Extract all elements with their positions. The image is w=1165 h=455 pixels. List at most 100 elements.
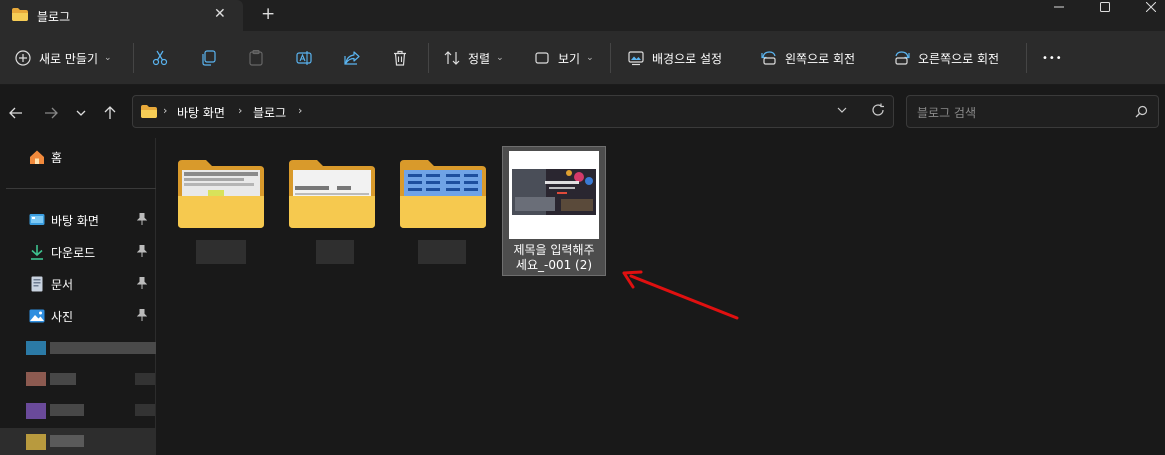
paste-button[interactable] bbox=[248, 46, 264, 70]
image-preview-icon bbox=[509, 151, 599, 239]
sidebar-item-label: 문서 bbox=[51, 278, 74, 292]
pin-icon[interactable] bbox=[137, 309, 147, 321]
breadcrumb-blog[interactable]: 블로그 bbox=[253, 104, 286, 121]
pin-icon[interactable] bbox=[137, 213, 147, 225]
blurred-pin bbox=[135, 404, 155, 416]
blurred-label[interactable] bbox=[50, 404, 84, 416]
sidebar-item-label: 다운로드 bbox=[51, 246, 96, 260]
pin-icon[interactable] bbox=[137, 277, 147, 289]
file-name-line-2: 세요_-001 (2) bbox=[515, 258, 593, 272]
file-name: 제목을 입력해주 세요_-001 (2) bbox=[503, 243, 605, 273]
sidebar-item-home[interactable]: 홈 bbox=[0, 141, 156, 171]
pin-icon[interactable] bbox=[137, 245, 147, 257]
breadcrumb-separator[interactable]: › bbox=[238, 104, 242, 117]
sidebar-item-pictures[interactable]: 사진 bbox=[0, 300, 156, 330]
blurred-icon bbox=[26, 372, 46, 386]
sort-label: 정렬 bbox=[468, 51, 491, 66]
sidebar-section-divider bbox=[6, 188, 156, 189]
desktop-icon bbox=[29, 214, 45, 225]
folder-icon bbox=[12, 8, 28, 21]
search-placeholder: 블로그 검색 bbox=[917, 106, 977, 120]
copy-icon bbox=[202, 50, 216, 66]
desktop-background-icon bbox=[628, 51, 644, 66]
close-icon bbox=[1146, 2, 1156, 12]
image-thumbnail bbox=[509, 151, 599, 239]
title-bar: 블로그 ✕ + bbox=[0, 0, 1165, 31]
search-input[interactable]: 블로그 검색 bbox=[906, 95, 1159, 128]
maximize-button[interactable] bbox=[1082, 0, 1128, 14]
back-button[interactable] bbox=[6, 103, 26, 123]
sidebar-item-label: 사진 bbox=[51, 310, 74, 324]
sidebar-item-label: 바탕 화면 bbox=[51, 214, 99, 228]
rename-icon bbox=[296, 51, 312, 65]
rotate-right-label: 오른쪽으로 회전 bbox=[918, 51, 1000, 66]
sidebar-item-desktop[interactable]: 바탕 화면 bbox=[0, 204, 156, 234]
rotate-left-icon bbox=[761, 51, 776, 65]
address-bar[interactable]: › 바탕 화면 › 블로그 › bbox=[132, 95, 894, 128]
close-button[interactable] bbox=[1128, 0, 1165, 14]
toolbar-separator bbox=[428, 43, 429, 73]
share-icon bbox=[344, 51, 360, 65]
red-annotation-arrow bbox=[622, 270, 739, 320]
rotate-right-icon bbox=[895, 51, 910, 65]
view-button[interactable]: 보기 ⌄ bbox=[534, 46, 594, 70]
blurred-icon bbox=[26, 403, 46, 419]
document-icon bbox=[31, 276, 43, 292]
blurred-pin bbox=[135, 373, 155, 385]
rotate-left-label: 왼쪽으로 회전 bbox=[785, 51, 856, 66]
rotate-left-button[interactable]: 왼쪽으로 회전 bbox=[761, 46, 855, 70]
folder-icon bbox=[141, 105, 157, 118]
clipboard-icon bbox=[249, 50, 263, 66]
blurred-label bbox=[50, 435, 84, 447]
sidebar-item-label: 홈 bbox=[51, 151, 63, 165]
folder-thumbnail-icon bbox=[400, 160, 486, 228]
set-background-label: 배경으로 설정 bbox=[652, 51, 723, 66]
breadcrumb-separator[interactable]: › bbox=[298, 104, 302, 117]
file-name-blurred bbox=[316, 240, 354, 264]
set-background-button[interactable]: 배경으로 설정 bbox=[628, 46, 722, 70]
blurred-icon bbox=[26, 434, 46, 450]
tab-title: 블로그 bbox=[37, 10, 71, 24]
share-button[interactable] bbox=[344, 46, 360, 70]
view-label: 보기 bbox=[558, 51, 581, 66]
up-button[interactable] bbox=[100, 103, 120, 123]
blurred-label[interactable] bbox=[50, 373, 76, 385]
file-name-line-1: 제목을 입력해주 bbox=[513, 243, 595, 257]
tab-blog[interactable]: 블로그 ✕ bbox=[0, 0, 243, 31]
delete-button[interactable] bbox=[392, 46, 408, 70]
view-icon bbox=[535, 52, 549, 64]
home-icon bbox=[30, 150, 44, 164]
breadcrumb-desktop[interactable]: 바탕 화면 bbox=[177, 104, 225, 121]
toolbar-separator bbox=[610, 43, 611, 73]
command-bar: 새로 만들기 ⌄ 정렬 ⌄ 보기 ⌄ 배경으로 설정 왼쪽으로 회전 오른쪽으로… bbox=[0, 31, 1165, 85]
sort-button[interactable]: 정렬 ⌄ bbox=[444, 46, 504, 70]
scissors-icon bbox=[152, 50, 168, 66]
forward-button[interactable] bbox=[41, 103, 61, 123]
arrow-up-icon bbox=[104, 106, 116, 119]
more-options-button[interactable]: ••• bbox=[1042, 46, 1063, 70]
new-button[interactable]: 새로 만들기 ⌄ bbox=[15, 46, 112, 70]
breadcrumb-separator[interactable]: › bbox=[163, 104, 167, 117]
minimize-button[interactable] bbox=[1036, 0, 1082, 14]
copy-button[interactable] bbox=[200, 46, 216, 70]
download-icon bbox=[31, 245, 43, 260]
file-item-selected-image[interactable]: 제목을 입력해주 세요_-001 (2) bbox=[502, 146, 606, 276]
new-label: 새로 만들기 bbox=[39, 51, 99, 66]
blurred-label[interactable] bbox=[50, 342, 156, 354]
chevron-down-icon: ⌄ bbox=[496, 53, 504, 63]
address-dropdown-icon[interactable] bbox=[837, 105, 847, 118]
rotate-right-button[interactable]: 오른쪽으로 회전 bbox=[894, 46, 999, 70]
sidebar-item-documents[interactable]: 문서 bbox=[0, 268, 156, 298]
arrow-left-icon bbox=[9, 107, 22, 119]
chevron-down-icon: ⌄ bbox=[104, 53, 112, 63]
rename-button[interactable] bbox=[296, 46, 312, 70]
more-icon: ••• bbox=[1042, 52, 1063, 64]
cut-button[interactable] bbox=[152, 46, 168, 70]
maximize-icon bbox=[1100, 2, 1110, 12]
tab-close-icon[interactable]: ✕ bbox=[214, 6, 226, 22]
refresh-icon[interactable] bbox=[871, 103, 885, 121]
sidebar-item-downloads[interactable]: 다운로드 bbox=[0, 236, 156, 266]
new-tab-button[interactable]: + bbox=[261, 4, 275, 24]
recent-locations-button[interactable] bbox=[71, 103, 91, 123]
file-name-blurred bbox=[418, 240, 466, 264]
